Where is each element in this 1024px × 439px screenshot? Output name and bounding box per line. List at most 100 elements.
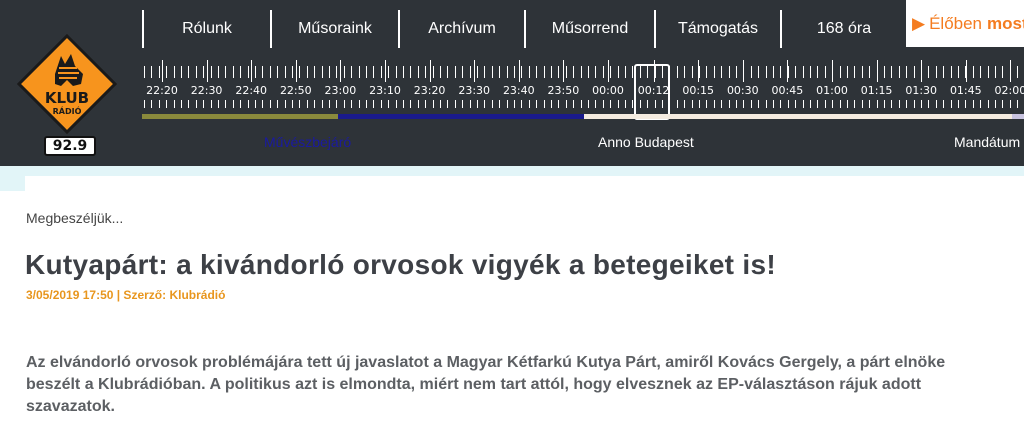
timeline-lower-tick [736,100,737,108]
program-bar[interactable] [1012,114,1024,119]
timeline-lower-tick [144,100,145,108]
timeline-minor-tick [654,66,656,78]
timeline-lower-tick [395,100,397,108]
timeline-minor-tick [780,66,782,78]
timeline-minor-tick [240,66,242,78]
timeline-minor-tick [144,66,145,78]
timeline-minor-tick [639,66,641,78]
timeline-lower-tick [632,100,634,108]
timeline-lower-tick [810,100,811,108]
logo[interactable]: KLUB RÁDIÓ 92.9 [0,0,140,166]
timeline-minor-tick [181,66,182,78]
timeline-lower-tick [521,100,523,108]
timeline-major-tick [653,60,655,82]
timeline-lower-tick [898,100,900,108]
nav-item-4[interactable]: Támogatás [654,10,780,48]
article-meta: 3/05/2019 17:50 | Szerző: Klubrádió [26,288,226,302]
nav-item-0[interactable]: Rólunk [142,10,270,48]
timeline-minor-tick [565,66,567,78]
category-link[interactable]: Megbeszéljük... [26,210,123,226]
program-bar[interactable] [338,114,584,119]
timeline-lower-tick [958,100,959,108]
timeline-minor-tick [684,66,686,78]
timeline-lower-tick [943,100,945,108]
timeline-minor-tick [225,66,227,78]
timeline-minor-tick [292,66,293,78]
program-name[interactable]: Mandátum [954,134,1020,150]
timeline-lower-tick [884,100,885,108]
timeline-lower-tick [713,100,715,108]
timeline-time-label: 01:00 [816,84,848,97]
timeline-lower-tick [218,100,219,108]
header-divider-corner [0,166,25,191]
timeline-lower-tick [654,100,656,108]
timeline-minor-tick [166,66,168,78]
timeline-lower-tick [469,100,471,108]
timeline-minor-tick [410,66,412,78]
timeline-minor-tick [706,66,708,78]
timeline-minor-tick [425,66,427,78]
timeline-lower-tick [588,100,589,108]
timeline-lower-tick [336,100,338,108]
program-bar[interactable] [142,114,338,119]
timeline-time-label: 23:50 [547,84,580,97]
timeline-lower-tick [440,100,441,108]
timeline-minor-tick [972,66,974,78]
timeline-lower-tick [817,100,819,108]
timeline-time-label: 23:20 [413,84,446,97]
timeline-time-label: 01:30 [905,84,938,97]
play-icon: ▶ [912,13,926,33]
schedule-timeline[interactable]: 22:20 22:30 22:40 22:50 23:00 23:10 23:20 23:30… [140,56,1024,166]
program-name[interactable]: Anno Budapest [598,134,694,150]
timeline-minor-tick [447,66,449,78]
timeline-time-label: 23:00 [324,84,357,97]
nav-item-5[interactable]: 168 óra [780,10,906,48]
timeline-minor-tick [299,66,301,78]
timeline-minor-tick [854,66,856,78]
timeline-lower-tick [491,100,493,108]
program-bar[interactable] [584,114,1012,119]
timeline-major-tick [921,60,923,82]
timeline-minor-tick [839,66,841,78]
nav-item-3[interactable]: Műsorrend [524,10,654,48]
timeline-lower-tick [758,100,760,108]
timeline-lower-tick [1009,100,1011,108]
timeline-minor-tick [558,66,560,78]
timeline-lower-tick [573,100,575,108]
logo-brand: KLUB [45,89,89,107]
timeline-lower-tick [173,100,175,108]
timeline-major-tick [251,60,253,82]
timeline-lower-tick [610,100,612,108]
timeline-lower-tick [780,100,782,108]
klubradio-logo-icon: KLUB RÁDIÓ [17,34,117,134]
live-label-bold: most [987,13,1024,33]
timeline-time-label: 22:50 [279,84,312,97]
timeline-lower-tick [528,100,530,108]
timeline-minor-tick [284,66,286,78]
timeline-lower-tick [647,100,649,108]
timeline-lower-tick [543,100,545,108]
timeline-minor-tick [395,66,397,78]
timeline-major-tick [608,60,609,82]
live-now-button[interactable]: ▶ Élőben most [906,0,1024,47]
timeline-minor-tick [810,66,811,78]
timeline-lower-tick [166,100,168,108]
timeline-lower-tick [484,100,486,108]
timeline-minor-tick [713,66,715,78]
timeline-minor-tick [499,66,501,78]
timeline-minor-tick [847,66,848,78]
timeline-lower-tick [980,100,982,108]
timeline-minor-tick [195,66,197,78]
nav-item-2[interactable]: Archívum [398,10,524,48]
timeline-minor-tick [676,66,678,78]
timeline-minor-tick [477,66,478,78]
timeline-lower-tick [876,100,878,108]
timeline-time-label: 00:15 [682,84,715,97]
timeline-major-tick [429,60,431,82]
timeline-lower-tick [565,100,567,108]
program-name[interactable]: Művészbejáró [264,134,351,150]
nav-item-1[interactable]: Műsoraink [270,10,398,48]
timeline-lower-tick [321,100,323,108]
timeline-minor-tick [987,66,989,78]
timeline-time-label: 00:45 [771,84,804,97]
